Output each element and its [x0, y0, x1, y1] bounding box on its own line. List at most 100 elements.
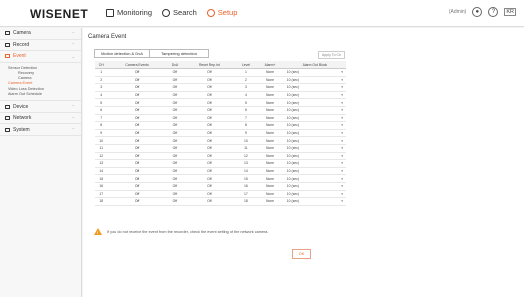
cell-dva[interactable]: Off: [166, 106, 184, 115]
cell-alarm[interactable]: None: [256, 174, 284, 183]
cell-camera-events[interactable]: Off: [107, 197, 167, 206]
cell-dva[interactable]: Off: [166, 190, 184, 199]
cell-camera-events[interactable]: Off: [107, 114, 167, 123]
sidebar-item-record[interactable]: Record ⌃: [0, 40, 81, 51]
cell-dva[interactable]: Off: [166, 91, 184, 100]
cell-camera-events[interactable]: Off: [107, 106, 167, 115]
cell-level[interactable]: 12: [235, 152, 257, 161]
cell-reset[interactable]: Off: [183, 68, 236, 77]
cell-camera-events[interactable]: Off: [107, 144, 167, 153]
cell-level[interactable]: 7: [235, 114, 257, 123]
cell-reset[interactable]: Off: [183, 114, 236, 123]
cell-dva[interactable]: Off: [166, 129, 184, 138]
cell-level[interactable]: 13: [235, 159, 257, 168]
cell-reset[interactable]: Off: [183, 182, 236, 191]
cell-camera-events[interactable]: Off: [107, 83, 167, 92]
cell-alarm-out-block[interactable]: 10 (sec) ▾: [283, 98, 346, 107]
cell-reset[interactable]: Off: [183, 91, 236, 100]
cell-alarm-out-block[interactable]: 10 (sec) ▾: [283, 129, 346, 138]
cell-alarm-out-block[interactable]: 10 (sec) ▾: [283, 83, 346, 92]
col-ch[interactable]: CH: [95, 61, 108, 69]
sidebar-item-camera[interactable]: Camera ⌃: [0, 28, 81, 40]
cell-alarm-out-block[interactable]: 10 (sec) ▾: [283, 121, 346, 130]
cell-alarm[interactable]: None: [256, 190, 284, 199]
cell-alarm-out-block[interactable]: 10 (sec) ▾: [283, 136, 346, 145]
dropdown-arrow-icon[interactable]: ▾: [341, 116, 343, 120]
dropdown-arrow-icon[interactable]: ▾: [341, 192, 343, 196]
cell-alarm-out-block[interactable]: 10 (sec) ▾: [283, 159, 346, 168]
cell-level[interactable]: 9: [235, 129, 257, 138]
cell-alarm-out-block[interactable]: 10 (sec) ▾: [283, 190, 346, 199]
menu-setup[interactable]: Setup: [206, 8, 237, 17]
cell-alarm[interactable]: None: [256, 76, 284, 85]
cell-level[interactable]: 6: [235, 106, 257, 115]
cell-camera-events[interactable]: Off: [107, 68, 167, 77]
cell-camera-events[interactable]: Off: [107, 76, 167, 85]
cell-dva[interactable]: Off: [166, 76, 184, 85]
dropdown-arrow-icon[interactable]: ▾: [341, 184, 343, 188]
cell-level[interactable]: 2: [235, 76, 257, 85]
cell-dva[interactable]: Off: [166, 174, 184, 183]
cell-alarm-out-block[interactable]: 10 (sec) ▾: [283, 68, 346, 77]
cell-level[interactable]: 5: [235, 98, 257, 107]
dropdown-arrow-icon[interactable]: ▾: [341, 199, 343, 203]
cell-alarm[interactable]: None: [256, 114, 284, 123]
cell-camera-events[interactable]: Off: [107, 121, 167, 130]
dropdown-arrow-icon[interactable]: ▾: [341, 93, 343, 97]
cell-dva[interactable]: Off: [166, 197, 184, 206]
cell-dva[interactable]: Off: [166, 121, 184, 130]
cell-camera-events[interactable]: Off: [107, 91, 167, 100]
cell-reset[interactable]: Off: [183, 129, 236, 138]
apply-to-ch-button[interactable]: Apply To Ch: [318, 51, 345, 59]
dropdown-arrow-icon[interactable]: ▾: [341, 154, 343, 158]
cell-level[interactable]: 15: [235, 174, 257, 183]
cell-dva[interactable]: Off: [166, 83, 184, 92]
cell-dva[interactable]: Off: [166, 68, 184, 77]
cell-dva[interactable]: Off: [166, 114, 184, 123]
cell-dva[interactable]: Off: [166, 144, 184, 153]
cell-camera-events[interactable]: Off: [107, 136, 167, 145]
cell-reset[interactable]: Off: [183, 197, 236, 206]
cell-dva[interactable]: Off: [166, 98, 184, 107]
cell-alarm[interactable]: None: [256, 129, 284, 138]
sidebar-item-network[interactable]: Network ⌃: [0, 113, 81, 125]
menu-search[interactable]: Search: [162, 8, 197, 17]
dropdown-arrow-icon[interactable]: ▾: [341, 108, 343, 112]
cell-camera-events[interactable]: Off: [107, 167, 167, 176]
cell-alarm-out-block[interactable]: 10 (sec) ▾: [283, 91, 346, 100]
cell-level[interactable]: 3: [235, 83, 257, 92]
dropdown-arrow-icon[interactable]: ▾: [341, 169, 343, 173]
cell-level[interactable]: 4: [235, 91, 257, 100]
ok-button[interactable]: OK: [292, 249, 311, 259]
dropdown-arrow-icon[interactable]: ▾: [341, 139, 343, 143]
dropdown-arrow-icon[interactable]: ▾: [341, 70, 343, 74]
tab-tampering-detection[interactable]: Tampering detection: [150, 49, 209, 58]
cell-alarm[interactable]: None: [256, 106, 284, 115]
cell-level[interactable]: 1: [235, 68, 257, 77]
cell-dva[interactable]: Off: [166, 182, 184, 191]
cell-level[interactable]: 11: [235, 144, 257, 153]
cell-reset[interactable]: Off: [183, 76, 236, 85]
cell-camera-events[interactable]: Off: [107, 129, 167, 138]
dropdown-arrow-icon[interactable]: ▾: [341, 177, 343, 181]
cell-alarm[interactable]: None: [256, 167, 284, 176]
user-icon[interactable]: ●: [472, 7, 483, 17]
cell-camera-events[interactable]: Off: [107, 152, 167, 161]
sidebar-sub-alarm-out[interactable]: Alarm Out Schedule: [0, 92, 81, 97]
cell-camera-events[interactable]: Off: [107, 174, 167, 183]
cell-alarm-out-block[interactable]: 10 (sec) ▾: [283, 144, 346, 153]
cell-reset[interactable]: Off: [183, 106, 236, 115]
cell-alarm-out-block[interactable]: 10 (sec) ▾: [283, 197, 346, 206]
cell-reset[interactable]: Off: [183, 144, 236, 153]
cell-alarm[interactable]: None: [256, 197, 284, 206]
sidebar-item-system[interactable]: System ⌃: [0, 124, 81, 136]
help-icon[interactable]: ?: [488, 7, 499, 17]
cell-alarm[interactable]: None: [256, 98, 284, 107]
cell-alarm-out-block[interactable]: 10 (sec) ▾: [283, 152, 346, 161]
dropdown-arrow-icon[interactable]: ▾: [341, 161, 343, 165]
cell-alarm[interactable]: None: [256, 159, 284, 168]
cell-dva[interactable]: Off: [166, 136, 184, 145]
cell-level[interactable]: 16: [235, 182, 257, 191]
language-selector[interactable]: KR: [504, 8, 516, 16]
dropdown-arrow-icon[interactable]: ▾: [341, 85, 343, 89]
